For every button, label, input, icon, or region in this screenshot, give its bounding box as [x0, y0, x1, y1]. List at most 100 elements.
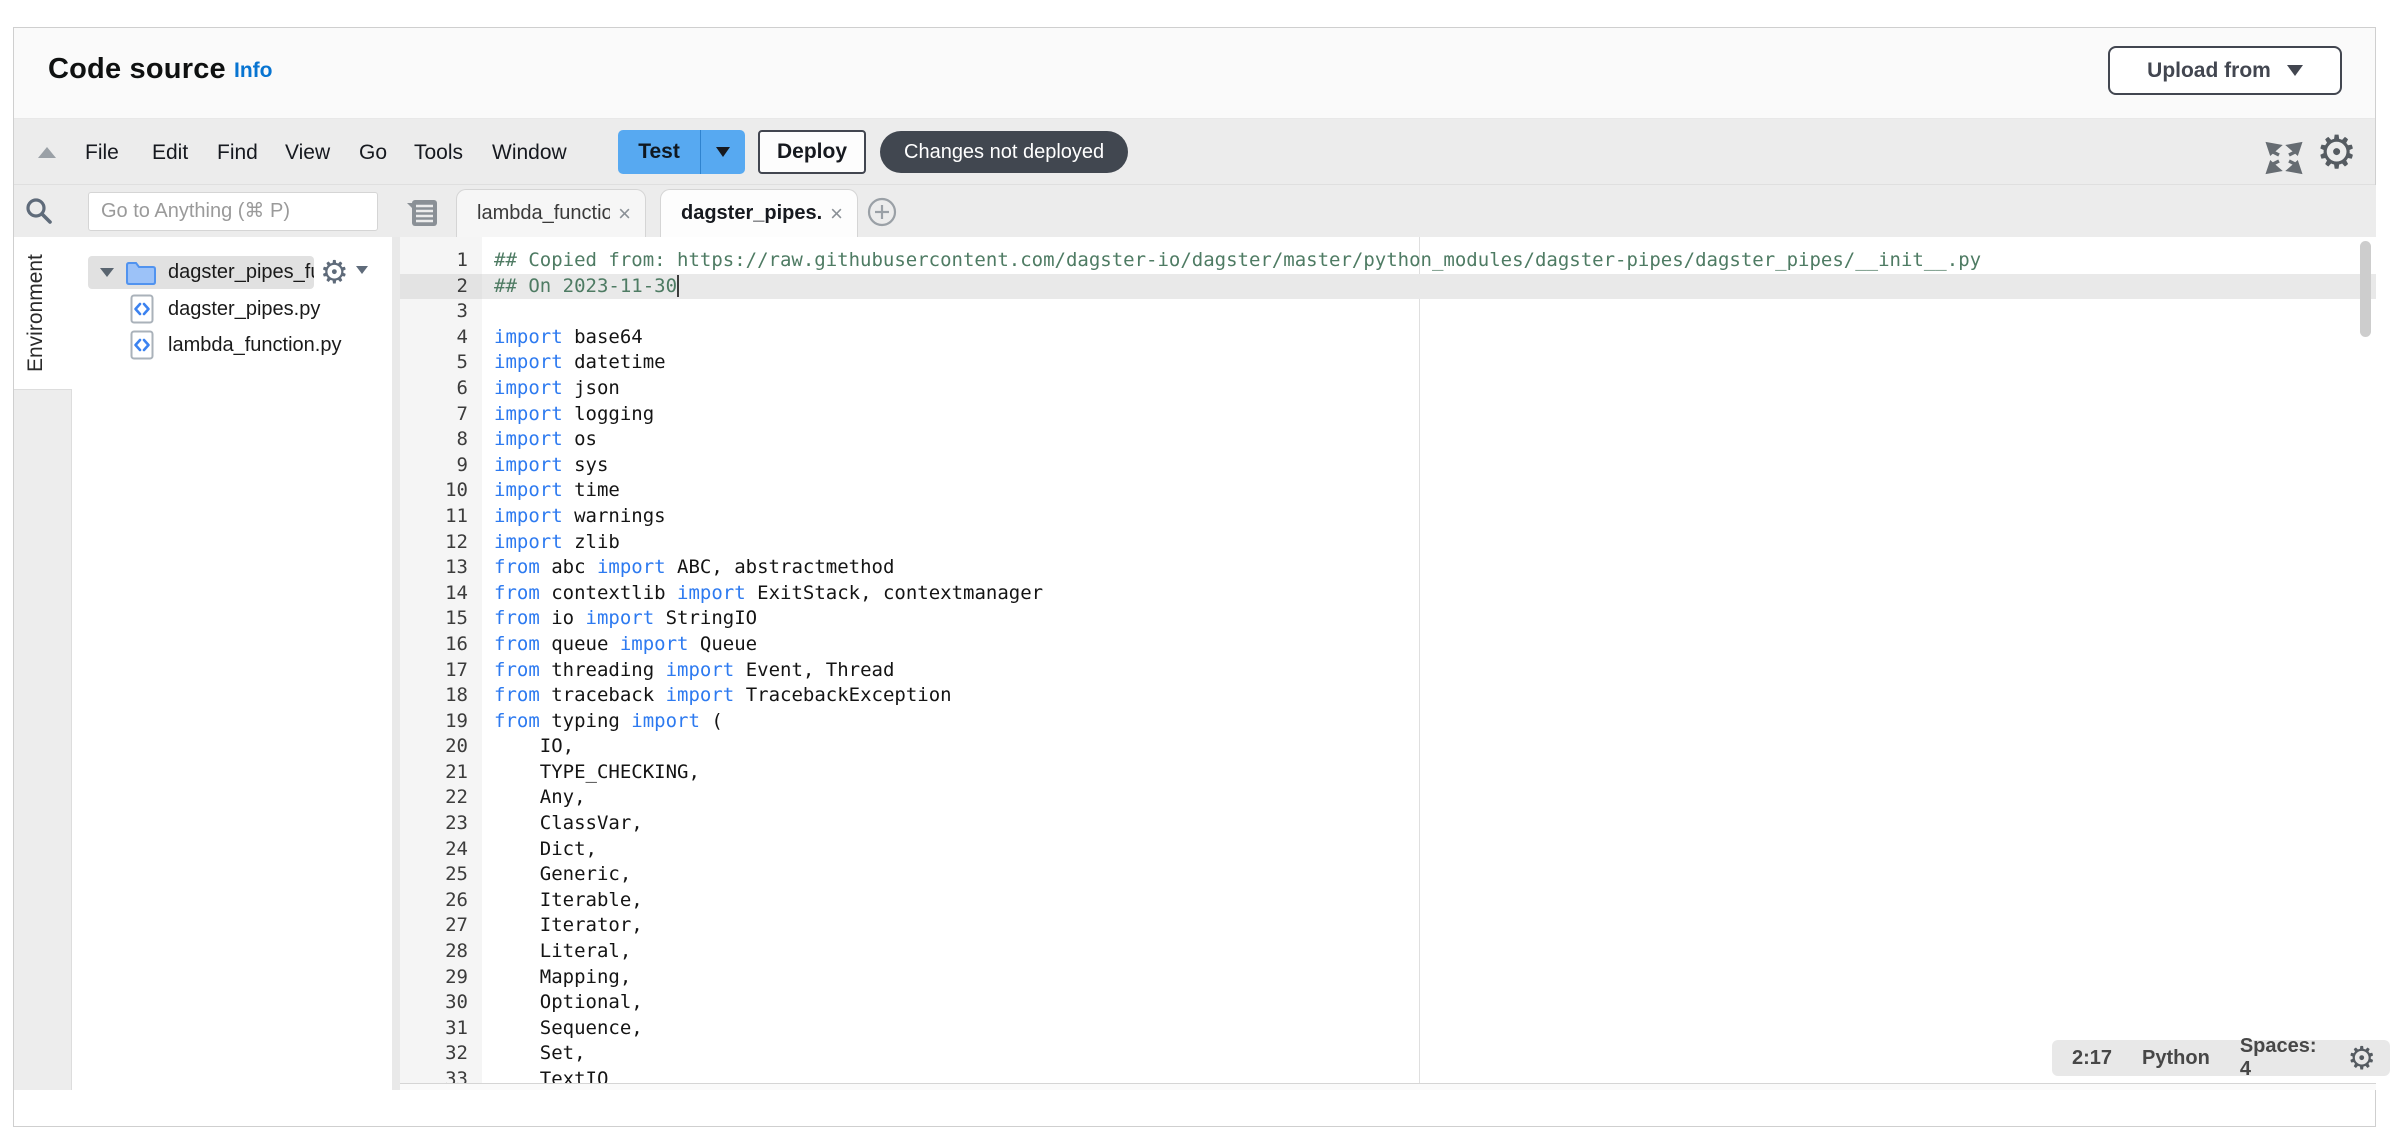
panel-divider[interactable] [392, 237, 400, 1090]
menu-find[interactable]: Find [217, 141, 258, 165]
code-line[interactable] [482, 299, 2376, 325]
environment-tab[interactable]: Environment [24, 250, 48, 372]
code-line[interactable]: from contextlib import ExitStack, contex… [482, 581, 2376, 607]
gutter-line-number[interactable]: 24 [400, 837, 482, 863]
code-line[interactable]: Optional, [482, 990, 2376, 1016]
menu-file[interactable]: File [85, 141, 119, 165]
gutter-line-number[interactable]: 10 [400, 478, 482, 504]
code-line[interactable]: ## On 2023-11-30 [482, 274, 2376, 300]
menu-edit[interactable]: Edit [152, 141, 188, 165]
code-line[interactable]: import sys [482, 453, 2376, 479]
code-line[interactable]: Sequence, [482, 1016, 2376, 1042]
add-tab-icon[interactable] [866, 196, 898, 228]
gutter-line-number[interactable]: 31 [400, 1016, 482, 1042]
menu-window[interactable]: Window [492, 141, 567, 165]
vertical-scrollbar[interactable] [2360, 241, 2371, 337]
code-line[interactable]: from abc import ABC, abstractmethod [482, 555, 2376, 581]
code-line[interactable]: import zlib [482, 530, 2376, 556]
close-icon[interactable]: × [618, 204, 631, 224]
gutter-line-number[interactable]: 28 [400, 939, 482, 965]
code-line[interactable]: IO, [482, 734, 2376, 760]
menu-go[interactable]: Go [359, 141, 387, 165]
code-line[interactable]: from typing import ( [482, 709, 2376, 735]
code-line[interactable]: Iterator, [482, 913, 2376, 939]
code-line[interactable]: Dict, [482, 837, 2376, 863]
caret-down-icon[interactable] [356, 266, 368, 274]
gutter-line-number[interactable]: 11 [400, 504, 482, 530]
code-line[interactable]: Literal, [482, 939, 2376, 965]
gutter-line-number[interactable]: 6 [400, 376, 482, 402]
horizontal-scrollbar[interactable] [400, 1083, 2376, 1090]
tree-file-lambda-function[interactable]: lambda_function.py [130, 328, 341, 362]
collapse-panel-icon[interactable] [38, 147, 56, 158]
tab-list-icon[interactable] [404, 197, 440, 229]
code-line[interactable]: import base64 [482, 325, 2376, 351]
code-line[interactable]: TYPE_CHECKING, [482, 760, 2376, 786]
gutter-line-number[interactable]: 32 [400, 1041, 482, 1067]
gutter-line-number[interactable]: 26 [400, 888, 482, 914]
gutter-line-number[interactable]: 21 [400, 760, 482, 786]
gutter-line-number[interactable]: 23 [400, 811, 482, 837]
editor-settings-gear-icon[interactable]: ⚙ [2347, 1041, 2376, 1075]
gutter-line-number[interactable]: 2 [400, 274, 482, 300]
code-line[interactable]: Mapping, [482, 965, 2376, 991]
code-line[interactable]: from io import StringIO [482, 606, 2376, 632]
settings-gear-icon[interactable]: ⚙ [2316, 126, 2357, 178]
gutter-line-number[interactable]: 20 [400, 734, 482, 760]
gutter-line-number[interactable]: 14 [400, 581, 482, 607]
code-line[interactable]: import os [482, 427, 2376, 453]
code-line[interactable]: ## Copied from: https://raw.githubuserco… [482, 248, 2376, 274]
code-line[interactable]: import logging [482, 402, 2376, 428]
gutter-line-number[interactable]: 1 [400, 248, 482, 274]
tab-dagster-pipes[interactable]: dagster_pipes.py × [660, 189, 858, 237]
tree-folder-row[interactable]: dagster_pipes_funct [88, 256, 314, 289]
code-line[interactable]: from traceback import TracebackException [482, 683, 2376, 709]
fullscreen-icon[interactable] [2264, 138, 2304, 178]
tree-settings-gear-icon[interactable]: ⚙ [320, 254, 349, 290]
gutter-line-number[interactable]: 7 [400, 402, 482, 428]
gutter-line-number[interactable]: 8 [400, 427, 482, 453]
code-line[interactable]: import time [482, 478, 2376, 504]
search-icon[interactable] [24, 196, 54, 226]
go-to-anything-input[interactable] [88, 192, 378, 231]
info-link[interactable]: Info [234, 59, 272, 83]
tab-lambda-function[interactable]: lambda_function. × [456, 189, 646, 237]
menu-view[interactable]: View [285, 141, 330, 165]
code-line[interactable]: ClassVar, [482, 811, 2376, 837]
gutter-line-number[interactable]: 18 [400, 683, 482, 709]
gutter-line-number[interactable]: 12 [400, 530, 482, 556]
language-mode[interactable]: Python [2142, 1047, 2210, 1070]
code-line[interactable]: Generic, [482, 862, 2376, 888]
spaces-setting[interactable]: Spaces: 4 [2240, 1035, 2318, 1081]
code-line[interactable]: Iterable, [482, 888, 2376, 914]
gutter-line-number[interactable]: 3 [400, 299, 482, 325]
gutter-line-number[interactable]: 16 [400, 632, 482, 658]
gutter-line-number[interactable]: 30 [400, 990, 482, 1016]
code-line[interactable]: from threading import Event, Thread [482, 658, 2376, 684]
gutter-line-number[interactable]: 9 [400, 453, 482, 479]
gutter-line-number[interactable]: 17 [400, 658, 482, 684]
gutter-line-number[interactable]: 25 [400, 862, 482, 888]
code-line[interactable]: from queue import Queue [482, 632, 2376, 658]
gutter-line-number[interactable]: 5 [400, 350, 482, 376]
upload-from-button[interactable]: Upload from [2108, 46, 2342, 95]
disclosure-triangle-icon[interactable] [100, 268, 114, 277]
gutter-line-number[interactable]: 19 [400, 709, 482, 735]
test-button[interactable]: Test [618, 130, 700, 174]
menu-tools[interactable]: Tools [414, 141, 463, 165]
test-dropdown-button[interactable] [700, 130, 745, 174]
gutter-line-number[interactable]: 4 [400, 325, 482, 351]
gutter-line-number[interactable]: 15 [400, 606, 482, 632]
tree-file-dagster-pipes[interactable]: dagster_pipes.py [130, 292, 320, 326]
code-line[interactable]: Any, [482, 785, 2376, 811]
code-line[interactable]: import warnings [482, 504, 2376, 530]
deploy-button[interactable]: Deploy [758, 130, 866, 174]
code-line[interactable]: import json [482, 376, 2376, 402]
gutter-line-number[interactable]: 27 [400, 913, 482, 939]
gutter-line-number[interactable]: 29 [400, 965, 482, 991]
cursor-position[interactable]: 2:17 [2072, 1047, 2112, 1070]
gutter-line-number[interactable]: 22 [400, 785, 482, 811]
gutter-line-number[interactable]: 13 [400, 555, 482, 581]
code-line[interactable]: import datetime [482, 350, 2376, 376]
close-icon[interactable]: × [830, 204, 843, 224]
